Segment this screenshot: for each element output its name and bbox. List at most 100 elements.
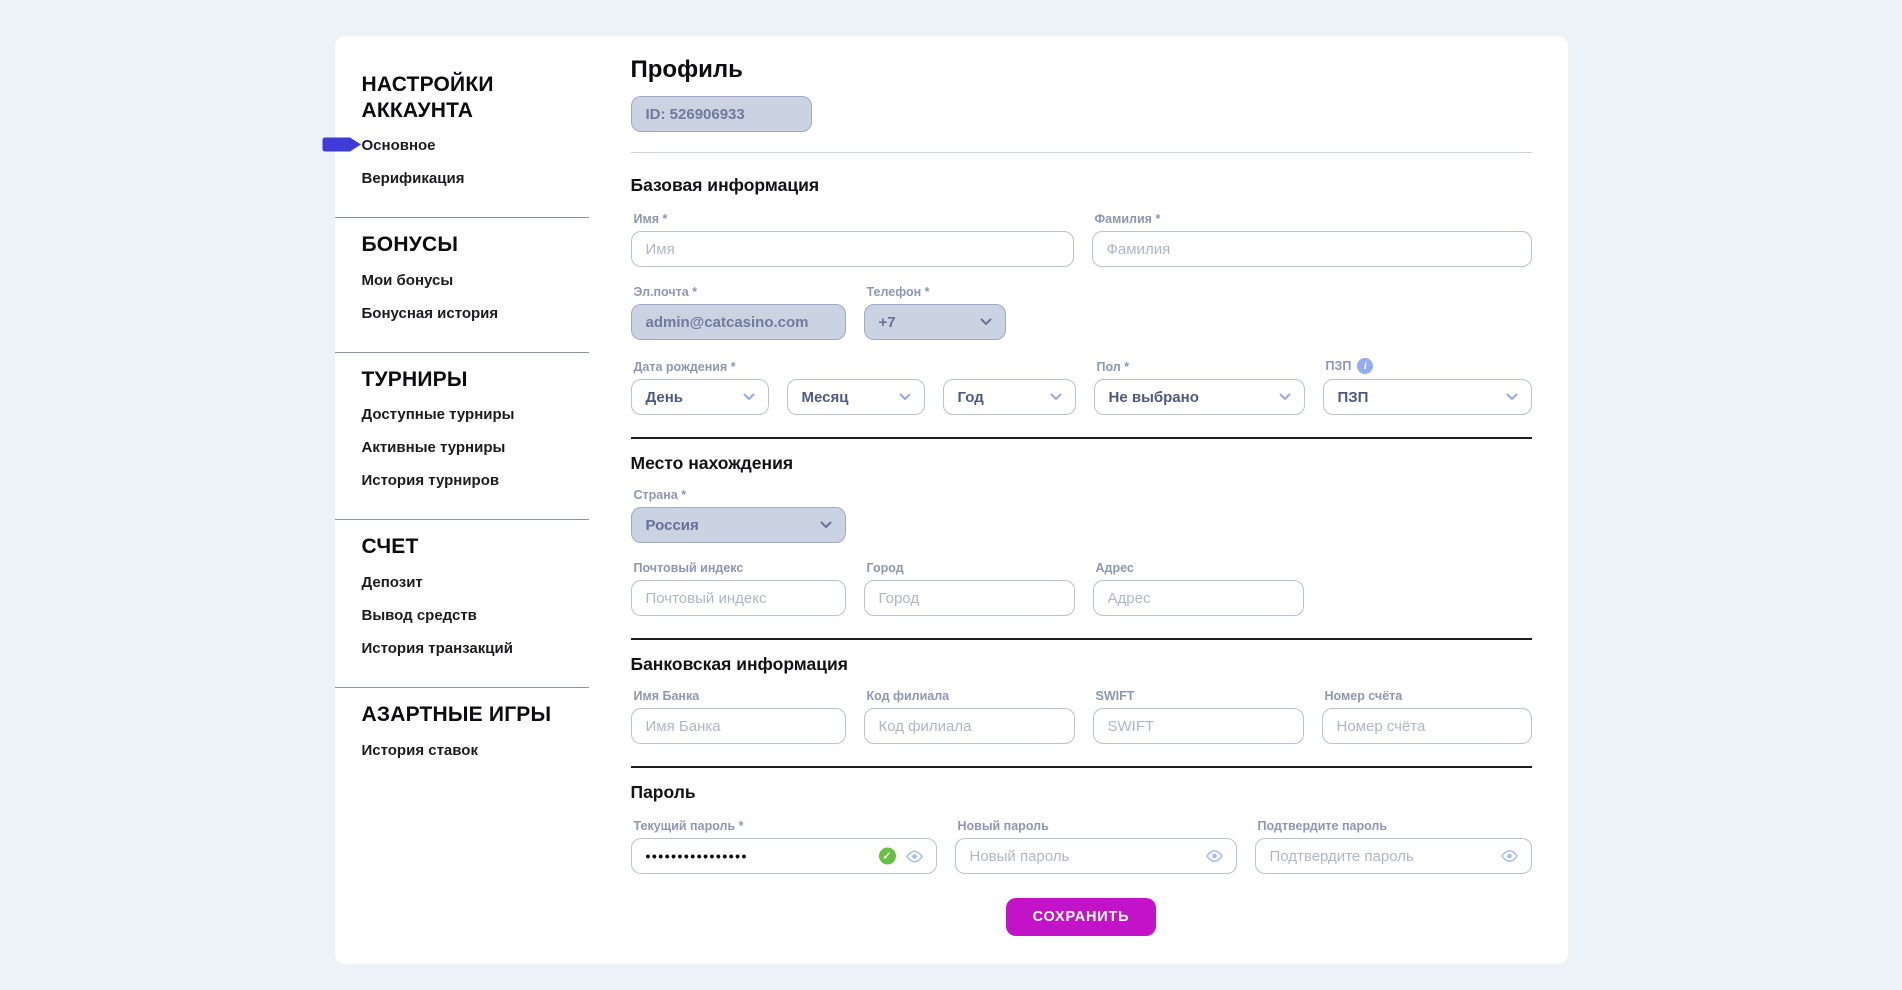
eye-icon[interactable] xyxy=(1500,849,1519,863)
field-zip: Почтовый индекс xyxy=(631,561,846,616)
sidebar-item-label: Бонусная история xyxy=(362,305,499,322)
profile-main: Профиль Базовая информация Имя * Фамилия… xyxy=(631,36,1568,964)
sidebar-item-label: Мои бонусы xyxy=(362,272,454,289)
field-city: Город xyxy=(864,561,1075,616)
sidebar-item-label: Основное xyxy=(362,137,436,154)
sidebar-section-account-money: СЧЕТ Депозит Вывод средств История транз… xyxy=(335,534,589,673)
field-label: Номер счёта xyxy=(1325,689,1532,703)
sidebar-section-title: ТУРНИРЫ xyxy=(362,367,581,393)
chevron-down-icon xyxy=(980,318,992,326)
sidebar-section-title: НАСТРОЙКИ АККАУНТА xyxy=(362,72,581,123)
row-birth-gender: Дата рождения * День Месяц xyxy=(631,358,1532,415)
sidebar-divider xyxy=(335,217,589,218)
row-address: Почтовый индекс Город Адрес xyxy=(631,561,1532,616)
sidebar-item-label: Активные турниры xyxy=(362,439,506,456)
actions-row: СОХРАНИТЬ xyxy=(631,898,1532,936)
month-select[interactable]: Месяц xyxy=(787,379,925,415)
sidebar-item-label: Депозит xyxy=(362,574,423,591)
sidebar-item-active-tournaments[interactable]: Активные турниры xyxy=(335,431,589,464)
sidebar: НАСТРОЙКИ АККАУНТА Основное Верификация … xyxy=(335,36,589,964)
swift-input[interactable] xyxy=(1093,708,1304,744)
sidebar-item-bets-history[interactable]: История ставок xyxy=(335,734,589,767)
chevron-down-icon xyxy=(820,521,832,529)
field-label: Код филиала xyxy=(867,689,1075,703)
info-icon[interactable]: i xyxy=(1357,358,1373,374)
branch-code-input[interactable] xyxy=(864,708,1075,744)
field-label: Пол * xyxy=(1097,360,1305,374)
row-password: Текущий пароль * ✓ Новый пароль xyxy=(631,819,1532,874)
day-select[interactable]: День xyxy=(631,379,769,415)
city-input[interactable] xyxy=(864,580,1075,616)
section-title-location: Место нахождения xyxy=(631,453,1532,474)
user-id-input xyxy=(631,96,812,132)
account-number-input[interactable] xyxy=(1322,708,1532,744)
chevron-down-icon xyxy=(1050,393,1062,401)
field-label: Текущий пароль * xyxy=(634,819,937,833)
page-title: Профиль xyxy=(631,56,1532,84)
field-birth-month: Месяц xyxy=(787,379,925,415)
field-label: ПЗП xyxy=(1326,359,1352,373)
section-title-basic: Базовая информация xyxy=(631,175,1532,196)
field-pep: ПЗП i ПЗП xyxy=(1323,358,1532,415)
field-new-password: Новый пароль xyxy=(955,819,1237,874)
field-birth-year: Год xyxy=(943,379,1076,415)
sidebar-item-label: Доступные турниры xyxy=(362,406,515,423)
field-label: Новый пароль xyxy=(958,819,1237,833)
sidebar-section-tournaments: ТУРНИРЫ Доступные турниры Активные турни… xyxy=(335,367,589,506)
sidebar-section-bonuses: БОНУСЫ Мои бонусы Бонусная история xyxy=(335,232,589,338)
field-label: Телефон * xyxy=(867,285,1006,299)
sidebar-item-deposit[interactable]: Депозит xyxy=(335,566,589,599)
field-label: Город xyxy=(867,561,1075,575)
sidebar-item-transaction-history[interactable]: История транзакций xyxy=(335,632,589,665)
section-divider xyxy=(631,638,1532,640)
row-name: Имя * Фамилия * xyxy=(631,212,1532,267)
section-title-bank: Банковская информация xyxy=(631,654,1532,675)
sidebar-item-bonus-history[interactable]: Бонусная история xyxy=(335,297,589,330)
sidebar-item-tournament-history[interactable]: История турниров xyxy=(335,464,589,497)
row-country: Страна * Россия xyxy=(631,488,1532,543)
confirm-password-input[interactable] xyxy=(1255,838,1532,874)
field-label: Страна * xyxy=(634,488,846,502)
sidebar-item-withdrawal[interactable]: Вывод средств xyxy=(335,599,589,632)
sidebar-item-my-bonuses[interactable]: Мои бонусы xyxy=(335,264,589,297)
pep-select[interactable]: ПЗП xyxy=(1323,379,1532,415)
sidebar-item-label: История транзакций xyxy=(362,640,513,657)
country-select[interactable]: Россия xyxy=(631,507,846,543)
field-label: Фамилия * xyxy=(1095,212,1532,226)
sidebar-item-label: Вывод средств xyxy=(362,607,477,624)
divider xyxy=(631,152,1532,153)
chevron-down-icon xyxy=(1279,393,1291,401)
address-input[interactable] xyxy=(1093,580,1304,616)
first-name-input[interactable] xyxy=(631,231,1074,267)
sidebar-item-main[interactable]: Основное xyxy=(335,129,589,162)
field-first-name: Имя * xyxy=(631,212,1074,267)
bank-name-input[interactable] xyxy=(631,708,846,744)
section-title-password: Пароль xyxy=(631,782,1532,803)
field-last-name: Фамилия * xyxy=(1092,212,1532,267)
field-branch-code: Код филиала xyxy=(864,689,1075,744)
phone-code-select[interactable]: +7 xyxy=(864,304,1006,340)
field-swift: SWIFT xyxy=(1093,689,1304,744)
eye-icon[interactable] xyxy=(1205,849,1224,863)
sidebar-section-title: БОНУСЫ xyxy=(362,232,581,258)
field-address: Адрес xyxy=(1093,561,1304,616)
sidebar-divider xyxy=(335,352,589,353)
field-label: Дата рождения * xyxy=(634,360,769,374)
sidebar-divider xyxy=(335,687,589,688)
account-settings-card: НАСТРОЙКИ АККАУНТА Основное Верификация … xyxy=(335,36,1568,964)
gender-select[interactable]: Не выбрано xyxy=(1094,379,1305,415)
sidebar-item-verification[interactable]: Верификация xyxy=(335,162,589,195)
new-password-input[interactable] xyxy=(955,838,1237,874)
zip-input[interactable] xyxy=(631,580,846,616)
field-label: Почтовый индекс xyxy=(634,561,846,575)
eye-icon[interactable] xyxy=(905,849,924,863)
sidebar-section-account: НАСТРОЙКИ АККАУНТА Основное Верификация xyxy=(335,72,589,203)
field-birth-day: Дата рождения * День xyxy=(631,360,769,415)
sidebar-item-available-tournaments[interactable]: Доступные турниры xyxy=(335,398,589,431)
field-country: Страна * Россия xyxy=(631,488,846,543)
field-label: Эл.почта * xyxy=(634,285,846,299)
year-select[interactable]: Год xyxy=(943,379,1076,415)
field-label: Адрес xyxy=(1096,561,1304,575)
last-name-input[interactable] xyxy=(1092,231,1532,267)
save-button[interactable]: СОХРАНИТЬ xyxy=(1006,898,1157,936)
